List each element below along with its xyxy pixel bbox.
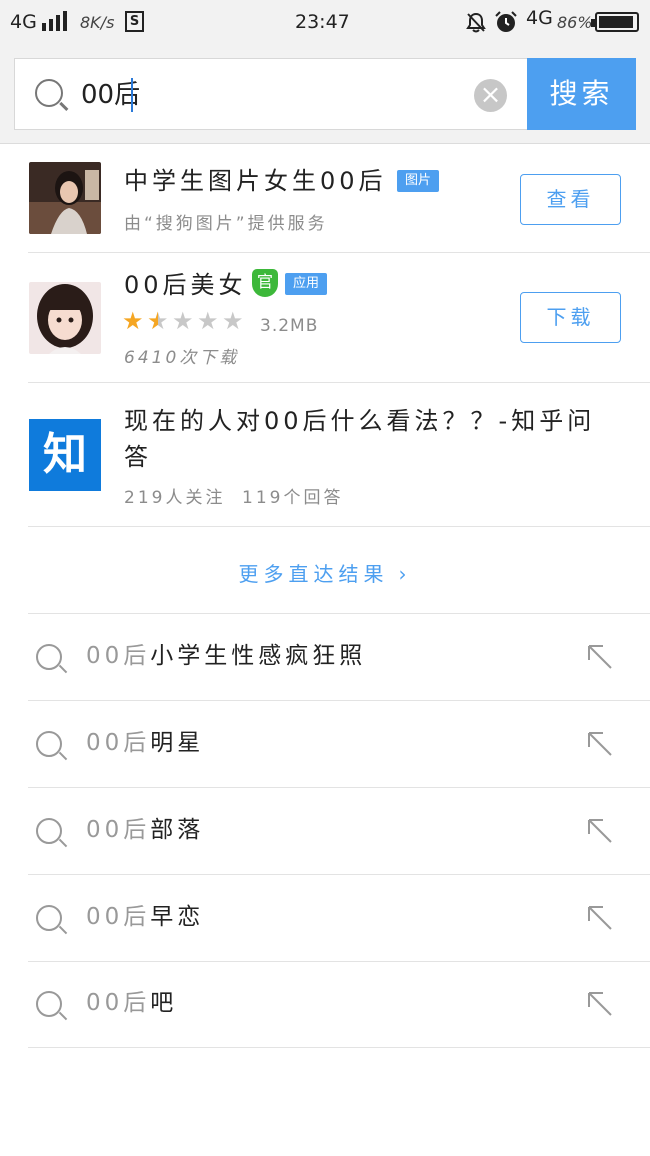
alarm-icon (495, 11, 517, 32)
download-button[interactable]: 下载 (520, 292, 621, 343)
zhihu-answers: 119个回答 (242, 488, 344, 508)
battery-percent: 86% (557, 13, 593, 32)
star-icon: ★ (147, 307, 169, 335)
search-icon (36, 905, 62, 931)
suggestion-item[interactable]: 00后部落 (0, 788, 650, 875)
sim-icon: S (125, 11, 144, 32)
clock: 23:47 (295, 11, 350, 33)
more-results-label: 更多直达结果 (238, 562, 389, 586)
network-speed: 8K/s (80, 13, 115, 32)
star-icon: ★ (122, 307, 144, 335)
suggestion-text: 早恋 (150, 904, 205, 930)
zhihu-followers: 219人关注 (124, 488, 226, 508)
suggestion-item[interactable]: 00后早恋 (0, 875, 650, 962)
suggestion-text: 吧 (150, 990, 178, 1016)
suggestion-item[interactable]: 00后小学生性感疯狂照 (0, 614, 650, 701)
divider (28, 382, 650, 383)
result-subtitle: 由“搜狗图片”提供服务 (124, 214, 328, 234)
app-downloads: 6410次下载 (124, 348, 240, 368)
search-icon (36, 644, 62, 670)
search-bar: 00后 × 搜索 (0, 44, 650, 144)
suggestion-text: 小学生性感疯狂照 (150, 643, 367, 669)
fill-query-arrow-icon[interactable] (585, 989, 615, 1019)
official-badge-icon: 官 (252, 269, 278, 297)
chevron-right-icon: › (398, 562, 412, 586)
search-icon (36, 818, 62, 844)
fill-query-arrow-icon[interactable] (585, 816, 615, 846)
fill-query-arrow-icon[interactable] (585, 642, 615, 672)
fill-query-arrow-icon[interactable] (585, 903, 615, 933)
search-icon (36, 731, 62, 757)
result-title[interactable]: 中学生图片女生00后 (124, 164, 387, 198)
suggestion-text: 部落 (150, 817, 205, 843)
app-title[interactable]: 00后美女 (124, 268, 247, 302)
view-button[interactable]: 查看 (520, 174, 621, 225)
suggestion-keyword: 00后 (86, 730, 151, 756)
mute-bell-icon (466, 12, 486, 33)
search-input[interactable]: 00后 × (14, 58, 528, 130)
suggestion-item[interactable]: 00后吧 (0, 961, 650, 1048)
app-size: 3.2MB (260, 316, 319, 336)
suggestion-keyword: 00后 (86, 990, 151, 1016)
battery-icon (591, 12, 639, 32)
network-type-right: 4G (526, 7, 553, 29)
more-results-link[interactable]: 更多直达结果 › (0, 556, 650, 592)
status-bar: 4G 8K/s S 23:47 4G 86% (0, 0, 650, 44)
search-button[interactable]: 搜索 (527, 58, 636, 130)
result-thumbnail (29, 162, 101, 234)
zhihu-title-line2[interactable]: 答 (124, 440, 152, 474)
divider (28, 526, 650, 527)
suggestion-keyword: 00后 (86, 817, 151, 843)
result-tag: 图片 (397, 170, 440, 192)
divider (28, 252, 650, 253)
clear-icon[interactable]: × (474, 79, 507, 112)
text-caret (131, 78, 133, 112)
app-icon (29, 282, 101, 354)
suggestion-keyword: 00后 (86, 904, 151, 930)
suggestion-item[interactable]: 00后明星 (0, 701, 650, 788)
zhihu-title-line1[interactable]: 现在的人对00后什么看法？？-知乎问 (124, 404, 595, 438)
suggestion-keyword: 00后 (86, 643, 151, 669)
suggestion-text: 明星 (150, 730, 205, 756)
app-tag: 应用 (285, 273, 328, 295)
zhihu-logo: 知 (29, 419, 101, 491)
fill-query-arrow-icon[interactable] (585, 729, 615, 759)
star-icon: ★ (222, 307, 244, 335)
star-icon: ★ (172, 307, 194, 335)
search-icon (36, 991, 62, 1017)
search-icon (35, 79, 63, 107)
network-type-left: 4G (10, 11, 37, 33)
signal-icon (42, 11, 68, 31)
star-icon: ★ (197, 307, 219, 335)
